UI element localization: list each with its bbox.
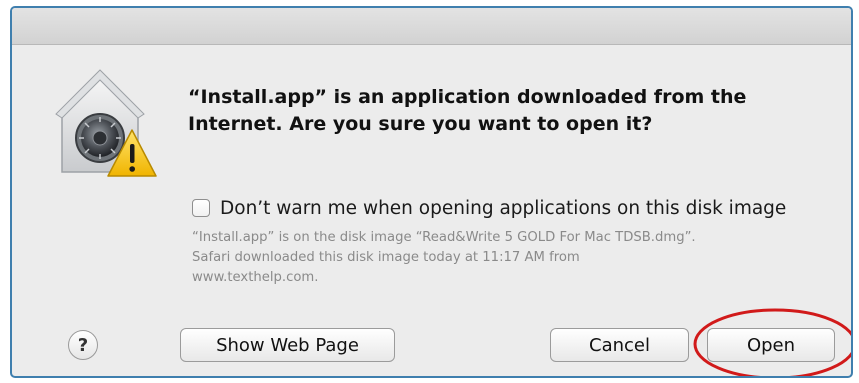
open-button[interactable]: Open (707, 328, 835, 362)
screenshot-canvas: “Install.app” is an application download… (0, 0, 859, 383)
show-web-page-button[interactable]: Show Web Page (180, 328, 395, 362)
dont-warn-checkbox[interactable] (192, 199, 210, 217)
alert-message: “Install.app” is an application download… (188, 84, 828, 138)
open-label: Open (746, 334, 796, 356)
download-info-line: “Install.app” is on the disk image “Read… (192, 230, 696, 245)
alert-message-line: Internet. Are you sure you want to open … (188, 113, 653, 135)
gatekeeper-lock-warning-icon (52, 68, 158, 188)
download-info-line: Safari downloaded this disk image today … (192, 250, 580, 265)
dont-warn-checkbox-row[interactable]: Don’t warn me when opening applications … (192, 196, 786, 220)
dont-warn-checkbox-label[interactable]: Don’t warn me when opening applications … (220, 198, 786, 219)
security-alert-dialog: “Install.app” is an application download… (10, 6, 853, 378)
show-web-page-label: Show Web Page (216, 334, 359, 356)
download-info-line: www.texthelp.com. (192, 270, 319, 285)
help-button[interactable]: ? (68, 330, 98, 360)
dialog-titlebar (12, 8, 851, 45)
cancel-label: Cancel (589, 334, 650, 356)
help-icon: ? (77, 334, 89, 356)
cancel-button[interactable]: Cancel (550, 328, 689, 362)
download-info-text: “Install.app” is on the disk image “Read… (192, 228, 842, 288)
alert-message-line: “Install.app” is an application download… (188, 86, 747, 108)
